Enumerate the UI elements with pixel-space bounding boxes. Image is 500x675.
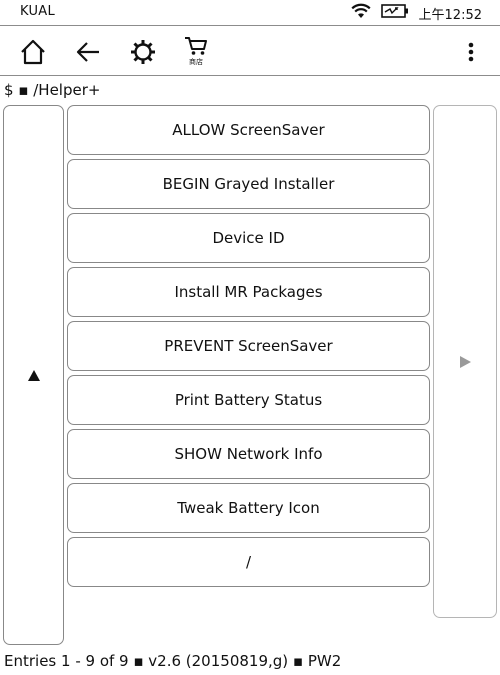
status-icons: 上午12:52 [350,3,482,23]
wifi-icon [350,3,371,23]
more-vertical-icon [468,42,474,62]
menu-item-show-network-info[interactable]: SHOW Network Info [67,429,430,479]
prev-page-button[interactable] [3,105,64,645]
store-cart-icon [185,37,207,55]
menu-item-allow-screensaver[interactable]: ALLOW ScreenSaver [67,105,430,155]
app-title: KUAL [20,4,56,19]
current-path: $ ▪ /Helper+ [4,81,101,99]
entries-footer: Entries 1 - 9 of 9 ▪ v2.6 (20150819,g) ▪… [4,652,342,670]
home-button[interactable] [17,36,49,68]
menu-item-print-battery-status[interactable]: Print Battery Status [67,375,430,425]
settings-gear-icon [131,40,155,64]
menu-item-root[interactable]: / [67,537,430,587]
menu-item-device-id[interactable]: Device ID [67,213,430,263]
back-arrow-icon [76,42,99,62]
status-bar: KUAL 上午12:52 [0,0,500,26]
battery-charging-icon [380,3,409,23]
right-triangle-icon [459,355,471,368]
up-triangle-icon [27,369,40,381]
toolbar: 商店 [0,26,500,76]
settings-button[interactable] [127,36,159,68]
status-time: 上午12:52 [418,7,482,23]
more-menu-button[interactable] [455,36,487,68]
next-page-button[interactable] [433,105,497,618]
menu-item-prevent-screensaver[interactable]: PREVENT ScreenSaver [67,321,430,371]
store-label: 商店 [189,58,203,66]
kual-screen: KUAL 上午12:52 商店 $ ▪ /Helper+ ALLOW Scree… [0,0,500,675]
store-button[interactable]: 商店 [180,36,212,68]
menu-list: ALLOW ScreenSaver BEGIN Grayed Installer… [67,105,430,591]
back-button[interactable] [72,36,104,68]
menu-item-begin-grayed-installer[interactable]: BEGIN Grayed Installer [67,159,430,209]
menu-item-tweak-battery-icon[interactable]: Tweak Battery Icon [67,483,430,533]
home-icon [21,39,45,65]
menu-item-install-mr-packages[interactable]: Install MR Packages [67,267,430,317]
